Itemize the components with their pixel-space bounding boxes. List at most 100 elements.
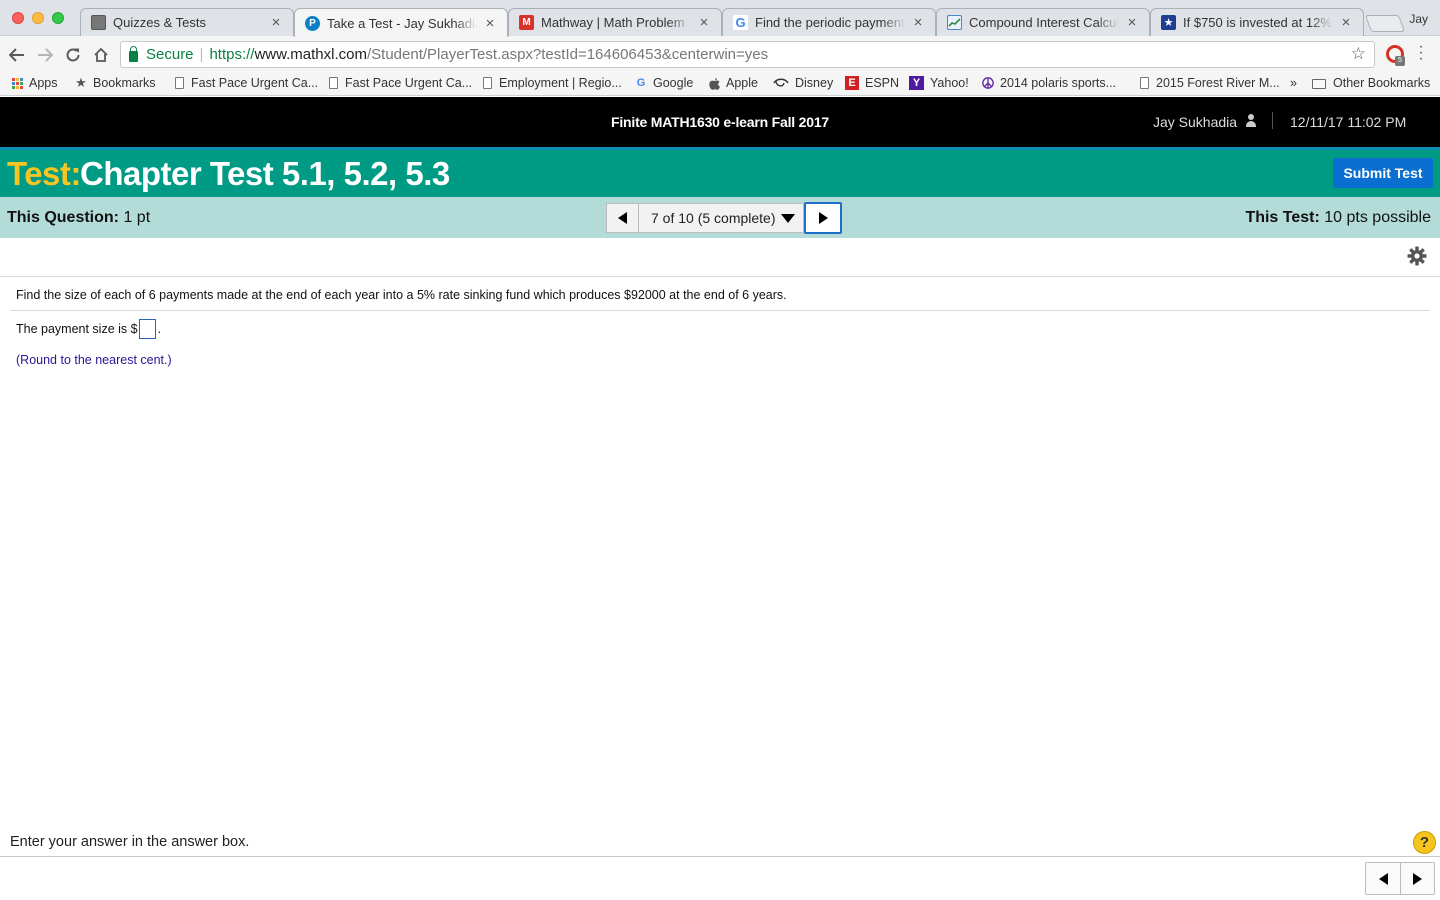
status-message: Enter your answer in the answer box. <box>10 834 250 850</box>
disney-icon <box>773 76 789 90</box>
chart-favicon-icon <box>947 15 962 30</box>
browser-tab-take-test[interactable]: P Take a Test - Jay Sukhadia × <box>294 8 508 37</box>
header-divider <box>1272 112 1273 129</box>
bookmarks-overflow-button[interactable]: » <box>1290 76 1297 90</box>
bookmark-label: Fast Pace Urgent Ca... <box>345 76 473 90</box>
bookmark-apps[interactable]: Apps <box>12 76 58 90</box>
tab-close-icon[interactable]: × <box>697 14 711 31</box>
other-bookmarks[interactable]: Other Bookmarks <box>1311 76 1430 90</box>
browser-tab-strip: Quizzes & Tests × P Take a Test - Jay Su… <box>0 0 1440 37</box>
window-maximize-icon[interactable] <box>52 12 64 24</box>
bookmark-label: Other Bookmarks <box>1333 76 1431 90</box>
bookmark-polaris[interactable]: 2014 polaris sports... <box>982 76 1116 90</box>
page-icon <box>481 76 493 90</box>
triangle-right-icon <box>1413 872 1422 885</box>
new-tab-button[interactable] <box>1364 15 1406 32</box>
question-selector-dropdown[interactable]: 7 of 10 (5 complete) <box>639 203 804 233</box>
bookmark-label: ESPN <box>865 76 900 90</box>
tab-close-icon[interactable]: × <box>1339 14 1353 31</box>
tab-title: Find the periodic payment w <box>755 15 905 30</box>
star-icon: ★ <box>75 75 87 90</box>
test-name: Chapter Test 5.1, 5.2, 5.3 <box>80 155 450 192</box>
tab-title: If $750 is invested at 12% co <box>1183 15 1333 30</box>
secure-label: Secure <box>146 46 194 63</box>
pearson-favicon-icon: P <box>305 15 320 31</box>
peace-icon <box>982 76 994 90</box>
bookmark-bookmarks[interactable]: ★ Bookmarks <box>75 75 156 90</box>
previous-question-button[interactable] <box>606 203 639 233</box>
browser-tab-google-search[interactable]: G Find the periodic payment w × <box>722 8 936 36</box>
page-favicon-icon <box>91 15 106 30</box>
submit-test-button[interactable]: Submit Test <box>1333 158 1433 188</box>
bookmarks-bar: Apps ★ Bookmarks Fast Pace Urgent Ca... … <box>0 72 1440 96</box>
page-icon <box>1138 76 1150 90</box>
tab-close-icon[interactable]: × <box>911 14 925 31</box>
window-close-icon[interactable] <box>12 12 24 24</box>
browser-tab-mathway[interactable]: M Mathway | Math Problem Sol × <box>508 8 722 36</box>
bookmark-fast-pace-1[interactable]: Fast Pace Urgent Ca... <box>173 76 318 90</box>
url-separator: | <box>199 46 204 63</box>
answer-line: The payment size is $ . <box>16 319 161 339</box>
bookmark-label: Disney <box>795 76 834 90</box>
url-path: /Student/PlayerTest.aspx?testId=16460645… <box>367 46 769 63</box>
bookmark-espn[interactable]: E ESPN <box>845 76 899 90</box>
bookmark-google[interactable]: G Google <box>635 76 694 90</box>
caret-down-icon <box>781 213 795 223</box>
espn-icon: E <box>845 76 859 90</box>
question-navigator: 7 of 10 (5 complete) <box>606 202 842 234</box>
question-prompt: Find the size of each of 6 payments made… <box>16 288 787 302</box>
browser-tab-compound-interest[interactable]: Compound Interest Calculat × <box>936 8 1150 36</box>
gear-icon[interactable] <box>1407 246 1427 266</box>
window-minimize-icon[interactable] <box>32 12 44 24</box>
back-arrow-icon[interactable] <box>6 44 28 66</box>
bookmark-employment[interactable]: Employment | Regio... <box>481 76 622 90</box>
url-protocol: https:// <box>209 46 255 63</box>
browser-menu-icon[interactable]: · · · <box>1416 39 1426 67</box>
page-icon <box>173 76 185 90</box>
tab-close-icon[interactable]: × <box>269 14 283 31</box>
help-icon[interactable]: ? <box>1413 831 1436 854</box>
course-header: Finite MATH1630 e-learn Fall 2017 Jay Su… <box>0 97 1440 147</box>
question-points-value: 1 pt <box>119 209 151 226</box>
bookmark-yahoo[interactable]: Y Yahoo! <box>909 76 969 90</box>
footer-next-button[interactable] <box>1400 863 1434 894</box>
tab-title: Compound Interest Calculat <box>969 15 1119 30</box>
address-bar[interactable]: Secure | https:// www.mathxl.com /Studen… <box>120 41 1375 68</box>
tab-title: Take a Test - Jay Sukhadia <box>327 15 477 31</box>
user-icon <box>1245 114 1257 128</box>
folder-icon <box>1311 76 1327 90</box>
star-favicon-icon: ★ <box>1161 15 1176 30</box>
bookmark-label: Bookmarks <box>93 76 156 90</box>
content-divider <box>0 276 1440 277</box>
rounding-hint: (Round to the nearest cent.) <box>16 353 172 367</box>
footer-previous-button[interactable] <box>1366 863 1400 894</box>
apple-icon <box>708 76 720 90</box>
bookmark-forest-river[interactable]: 2015 Forest River M... <box>1138 76 1280 90</box>
tab-title: Quizzes & Tests <box>113 15 206 30</box>
tab-close-icon[interactable]: × <box>483 15 497 32</box>
test-label: Test: <box>7 155 81 192</box>
browser-tab-investment-question[interactable]: ★ If $750 is invested at 12% co × <box>1150 8 1364 36</box>
reload-icon[interactable] <box>62 44 84 66</box>
tab-close-icon[interactable]: × <box>1125 14 1139 31</box>
bookmark-apple[interactable]: Apple <box>708 76 758 90</box>
next-question-button[interactable] <box>804 202 842 234</box>
google-icon: G <box>636 77 646 89</box>
question-selector-value: 7 of 10 (5 complete) <box>651 210 776 226</box>
home-icon[interactable] <box>90 44 112 66</box>
date-time: 12/11/17 11:02 PM <box>1290 114 1407 130</box>
triangle-right-icon <box>818 212 828 224</box>
bookmark-disney[interactable]: Disney <box>773 76 833 90</box>
payment-answer-input[interactable] <box>138 319 156 339</box>
apps-grid-icon <box>12 77 23 89</box>
test-points-value: 10 pts possible <box>1319 209 1431 226</box>
question-divider <box>10 310 1430 311</box>
profile-name[interactable]: Jay <box>1409 12 1428 26</box>
forward-arrow-icon[interactable] <box>34 44 56 66</box>
browser-tab-quizzes[interactable]: Quizzes & Tests × <box>80 8 294 36</box>
test-points-label: This Test: <box>1245 209 1320 226</box>
footer-navigation <box>1365 862 1435 895</box>
lock-icon <box>129 45 138 62</box>
bookmark-star-icon[interactable]: ☆ <box>1351 44 1366 64</box>
bookmark-fast-pace-2[interactable]: Fast Pace Urgent Ca... <box>327 76 472 90</box>
